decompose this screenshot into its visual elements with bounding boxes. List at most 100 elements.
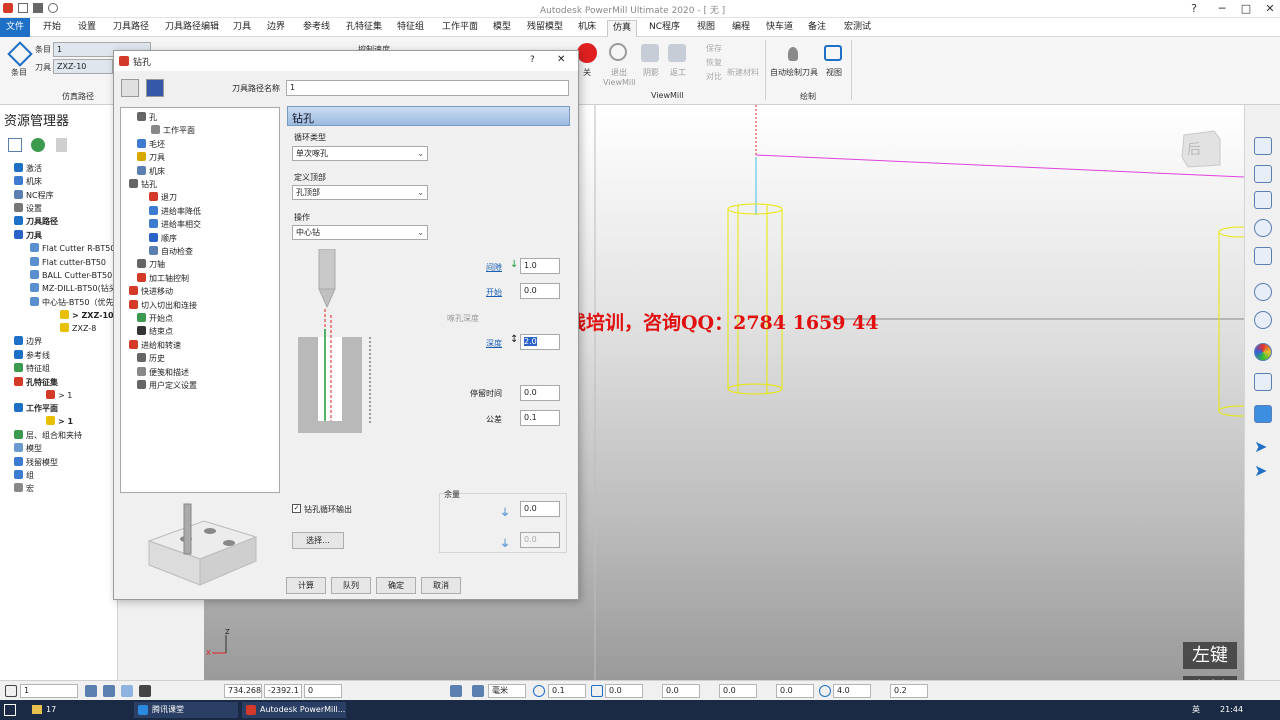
explorer-item[interactable]: ZXZ-8 [60,323,96,333]
dialog-help-icon[interactable]: ? [530,55,535,65]
dialog-tree-item[interactable]: 工作平面 [151,125,195,136]
explorer-item[interactable]: MZ-DILL-BT50(钻头) [30,283,120,294]
dialog-tree-item[interactable]: 快进移动 [129,286,173,297]
tolerance-field[interactable]: 0.1 [548,684,586,698]
ime-language[interactable]: 英 [1192,702,1200,718]
allowance-status-icon[interactable] [648,685,660,697]
explorer-item[interactable]: 孔特征集 [14,377,58,388]
dialog-tree-item[interactable]: 刀具 [137,152,165,163]
diameter-icon[interactable] [819,685,831,697]
step-field[interactable]: 0.0 [605,684,643,698]
measure-icon[interactable] [139,685,151,697]
dialog-tree-item[interactable]: 进给和转速 [129,339,181,351]
taskbar-powermill[interactable]: Autodesk PowerMill... [242,702,346,718]
dialog-tree-item[interactable]: 进给率相交 [149,219,201,230]
dialog-tree-item[interactable]: 结束点 [137,326,173,337]
dialog-tree-item[interactable]: 加工轴控制 [137,272,189,284]
explorer-item[interactable]: 边界 [14,336,42,347]
thickness-icon[interactable] [762,685,774,697]
explorer-item[interactable]: 设置 [14,203,42,214]
path-name-input[interactable]: 1 [286,80,569,96]
tab-macro-test[interactable]: 宏测试 [839,20,876,37]
depth-input[interactable]: 2.0 [520,334,560,350]
calculator-icon[interactable] [450,685,462,697]
dwell-input[interactable]: 0.0 [520,385,560,401]
explorer-item[interactable]: 模型 [14,443,42,454]
zoom-box-icon[interactable] [1254,283,1272,301]
tab-file[interactable]: 文件 [0,18,30,37]
diameter-field[interactable]: 4.0 [833,684,871,698]
undo-icon[interactable] [48,3,58,13]
tab-boundary[interactable]: 边界 [262,20,290,37]
select-arrow-icon[interactable]: ➤ [1254,437,1272,456]
tab-hole-feature[interactable]: 孔特征集 [341,20,387,37]
workplane-icon[interactable] [121,685,133,697]
dialog-tree-item[interactable]: 钻孔 [129,179,157,190]
cancel-button[interactable]: 取消 [421,577,461,594]
step-icon[interactable] [591,685,603,697]
entry-icon[interactable] [7,41,33,67]
allowance-axial-input[interactable]: 0.0 [520,532,560,548]
operation-select[interactable]: 中心钻 ⌄ [292,225,428,240]
tab-nc-program[interactable]: NC程序 [644,20,685,37]
view-cube-label[interactable]: 后 [1187,139,1201,159]
start-link[interactable]: 开始 [486,287,502,298]
explorer-item[interactable]: 参考线 [14,350,50,361]
wireframe-icon[interactable] [1254,373,1272,391]
new-icon[interactable] [18,3,28,13]
save-icon[interactable] [33,3,43,13]
select-rotate-icon[interactable]: ➤ [1254,461,1272,480]
layer-select[interactable]: 1 [20,684,78,698]
start-input[interactable]: 0.0 [520,283,560,299]
dialog-tree-item[interactable]: 机床 [137,165,165,177]
tab-stock-model[interactable]: 残留模型 [522,20,568,37]
tab-workplane[interactable]: 工作平面 [437,20,483,37]
tab-view[interactable]: 视图 [692,20,720,37]
coord-z-field[interactable]: 0 [304,684,342,698]
view-iso-icon[interactable] [1254,137,1272,155]
dialog-tree-item[interactable]: 孔 [137,112,157,123]
view-page-icon[interactable] [1254,247,1272,265]
unit-field[interactable]: 毫米 [488,684,526,698]
tab-tool[interactable]: 刀具 [228,20,256,37]
select-button[interactable]: 选择... [292,532,344,549]
explorer-item[interactable]: > 1 [46,390,72,400]
tolerance-input[interactable]: 0.1 [520,410,560,426]
drill-preview-icon[interactable] [146,79,164,97]
taskbar-folder[interactable]: 17 [28,702,128,718]
dialog-tree-item[interactable]: 便笺和描述 [137,366,189,378]
tab-feature-group[interactable]: 特征组 [392,20,429,37]
dialog-tree-item[interactable]: 顺序 [149,232,177,244]
rework-icon[interactable] [668,44,686,62]
axial-allowance-field[interactable]: 0.0 [719,684,757,698]
tab-settings[interactable]: 设置 [73,20,101,37]
clearance-link[interactable]: 间隙 [486,262,502,273]
help-icon[interactable]: ? [1180,0,1208,18]
explorer-item[interactable]: 中心钻-BT50（优先 [30,297,113,308]
ok-button[interactable]: 确定 [376,577,416,594]
taskbar-tencent-classroom[interactable]: 腾讯课堂 [134,702,238,718]
tool-select[interactable]: ZXZ-10 [53,59,113,74]
tab-simulation[interactable]: 仿真 [607,20,638,37]
globe-icon[interactable] [31,138,45,152]
bulb-icon[interactable] [788,47,798,61]
zoom-icon[interactable] [1254,219,1272,237]
explorer-item[interactable]: > ZXZ-10 [60,310,114,320]
tab-notes[interactable]: 备注 [803,20,831,37]
revert-label[interactable]: 恢复 [706,57,722,68]
allowance-field[interactable]: 0.0 [662,684,700,698]
grid-icon[interactable] [103,685,115,697]
layer-icon[interactable] [5,685,17,697]
explorer-item[interactable]: NC程序 [14,190,54,201]
view-icon[interactable] [824,45,842,61]
explorer-item[interactable]: Flat Cutter R-BT50 [30,243,115,253]
explorer-item[interactable]: 机床 [14,176,42,187]
explorer-item[interactable]: 特征组 [14,363,50,374]
shading-icon[interactable] [1254,343,1272,361]
allowance-input[interactable]: 0.0 [520,501,560,517]
unit-icon[interactable] [472,685,484,697]
tab-programming[interactable]: 编程 [727,20,755,37]
explorer-item[interactable]: BALL Cutter-BT50 [30,270,112,280]
dialog-tree-item[interactable]: 开始点 [137,313,173,324]
explorer-item[interactable]: > 1 [46,416,73,426]
